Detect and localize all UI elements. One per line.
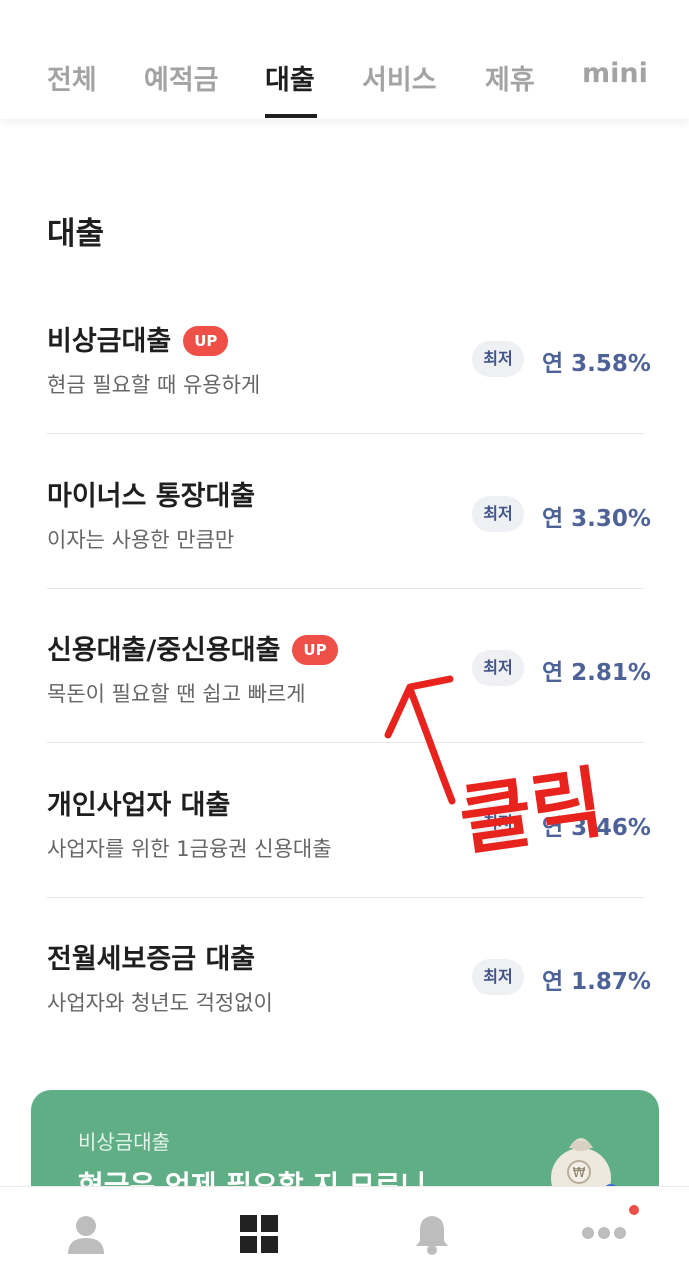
tab-partners[interactable]: 제휴: [485, 58, 535, 97]
notification-dot: [629, 1205, 639, 1215]
up-badge: UP: [292, 635, 338, 665]
bell-icon: [416, 1216, 448, 1255]
more-icon: [582, 1205, 639, 1239]
loan-item-overdraft[interactable]: 마이너스 통장대출 이자는 사용한 만큼만 최저 연 3.30%: [0, 440, 689, 590]
click-annotation-arrow-icon: 클릭: [384, 675, 609, 867]
category-tab-bar: 전체 예적금 대출 서비스 제휴 mini: [0, 0, 689, 119]
click-annotation-text: 클릭: [454, 758, 609, 867]
loan-title-line: 신용대출/중신용대출 UP: [47, 628, 338, 667]
divider: [47, 433, 644, 434]
loan-item-jeonse[interactable]: 전월세보증금 대출 사업자와 청년도 걱정없이 최저 연 1.87%: [0, 903, 689, 1053]
loan-title: 마이너스 통장대출: [47, 481, 256, 512]
loan-item-emergency[interactable]: 비상금대출 UP 현금 필요할 때 유용하게 최저 연 3.58%: [0, 285, 689, 435]
bottom-nav: [0, 1186, 689, 1281]
tab-services[interactable]: 서비스: [362, 58, 437, 97]
active-tab-indicator: [265, 114, 317, 118]
tab-mini[interactable]: mini: [582, 58, 648, 89]
tab-savings[interactable]: 예적금: [144, 58, 219, 97]
svg-text:₩: ₩: [573, 1166, 586, 1181]
loan-subtitle: 사업자를 위한 1금융권 신용대출: [47, 837, 332, 861]
min-rate-badge: 최저: [472, 959, 524, 995]
tab-loans[interactable]: 대출: [265, 58, 315, 97]
min-rate-badge: 최저: [472, 496, 524, 532]
loan-rate: 연 3.30%: [542, 506, 651, 532]
loan-rate: 연 3.58%: [542, 351, 651, 377]
loan-title: 전월세보증금 대출: [47, 944, 256, 975]
min-rate-badge: 최저: [472, 341, 524, 377]
promo-subtitle: 비상금대출: [78, 1130, 170, 1154]
loan-subtitle: 목돈이 필요할 땐 쉽고 빠르게: [47, 682, 306, 706]
loan-subtitle: 현금 필요할 때 유용하게: [47, 373, 261, 397]
loan-subtitle: 사업자와 청년도 걱정없이: [47, 991, 273, 1015]
loan-title: 개인사업자 대출: [47, 790, 231, 821]
loan-title-line: 비상금대출 UP: [47, 319, 229, 358]
loan-rate: 연 1.87%: [542, 969, 651, 995]
person-icon: [68, 1216, 104, 1254]
grid-icon: [240, 1215, 278, 1253]
divider: [47, 897, 644, 898]
divider: [47, 588, 644, 589]
up-badge: UP: [183, 326, 229, 356]
tab-all[interactable]: 전체: [47, 58, 97, 97]
nav-profile[interactable]: [36, 1187, 136, 1281]
nav-more[interactable]: [553, 1187, 653, 1281]
nav-notifications[interactable]: [381, 1187, 481, 1281]
loan-subtitle: 이자는 사용한 만큼만: [47, 528, 235, 552]
loan-title: 신용대출/중신용대출: [47, 635, 281, 666]
section-title: 대출: [47, 216, 105, 252]
loan-title: 비상금대출: [47, 326, 172, 357]
nav-home[interactable]: [208, 1187, 308, 1281]
